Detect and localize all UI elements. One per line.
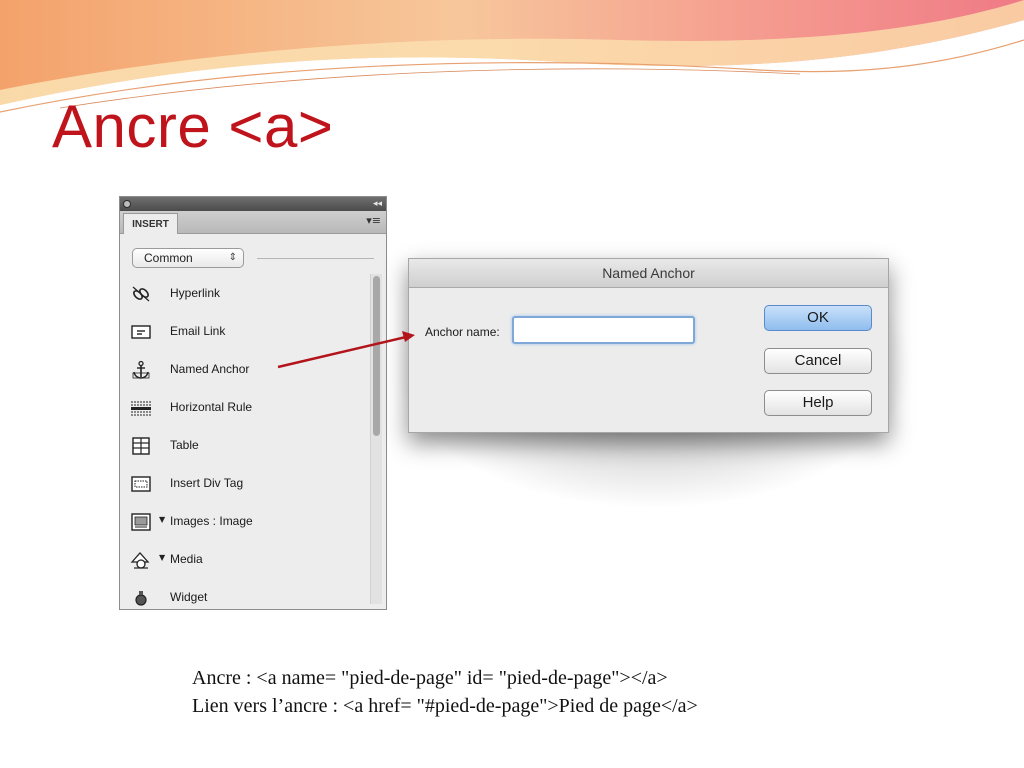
anchor-code-line: Ancre : <a name= "pied-de-page" id= "pie… (192, 667, 668, 689)
code-examples: Ancre : <a name= "pied-de-page" id= "pie… (192, 664, 698, 720)
annotation-arrow (277, 331, 415, 369)
link-code-line: Lien vers l’ancre : <a href= "#pied-de-p… (192, 695, 698, 717)
